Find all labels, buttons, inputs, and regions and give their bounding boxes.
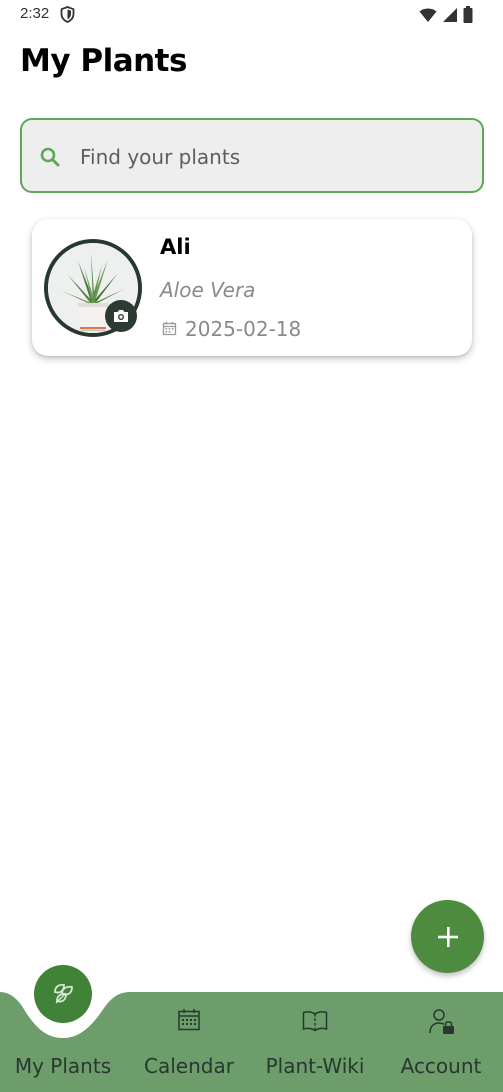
plant-date: 2025-02-18	[185, 317, 302, 341]
battery-icon	[463, 6, 473, 23]
search-input[interactable]	[80, 142, 460, 172]
plant-card[interactable]: Ali Aloe Vera 2025-02-18	[32, 219, 472, 356]
change-photo-button[interactable]	[105, 300, 137, 332]
nav-label-plant-wiki: Plant-Wiki	[265, 1054, 365, 1078]
camera-icon	[114, 310, 128, 322]
status-icons	[419, 6, 473, 23]
nav-label-account: Account	[400, 1054, 482, 1078]
plant-name: Ali	[160, 235, 191, 259]
search-box[interactable]	[20, 118, 484, 193]
plants-icon	[54, 983, 73, 1004]
bottom-navigation: My Plants Calendar Plant-Wiki Account	[0, 960, 503, 1092]
search-icon	[40, 147, 60, 167]
nav-calendar[interactable]: Calendar	[126, 960, 252, 1092]
nav-my-plants[interactable]: My Plants	[0, 960, 126, 1092]
book-icon	[302, 1011, 328, 1032]
nav-label-calendar: Calendar	[144, 1054, 234, 1078]
nav-plant-wiki[interactable]: Plant-Wiki	[252, 960, 378, 1092]
calendar-small-icon	[162, 322, 177, 336]
wifi-icon	[419, 8, 437, 22]
nav-label-my-plants: My Plants	[14, 1054, 112, 1078]
page-title: My Plants	[20, 43, 187, 79]
shield-icon	[60, 6, 75, 23]
signal-icon	[443, 7, 457, 22]
nav-active-indicator	[34, 965, 92, 1023]
status-bar: 2:32	[0, 0, 503, 30]
account-icon	[429, 1009, 454, 1034]
status-time: 2:32	[20, 5, 50, 22]
calendar-icon	[178, 1009, 200, 1031]
nav-account[interactable]: Account	[378, 960, 503, 1092]
plus-icon	[437, 926, 458, 947]
plant-species: Aloe Vera	[160, 278, 256, 302]
